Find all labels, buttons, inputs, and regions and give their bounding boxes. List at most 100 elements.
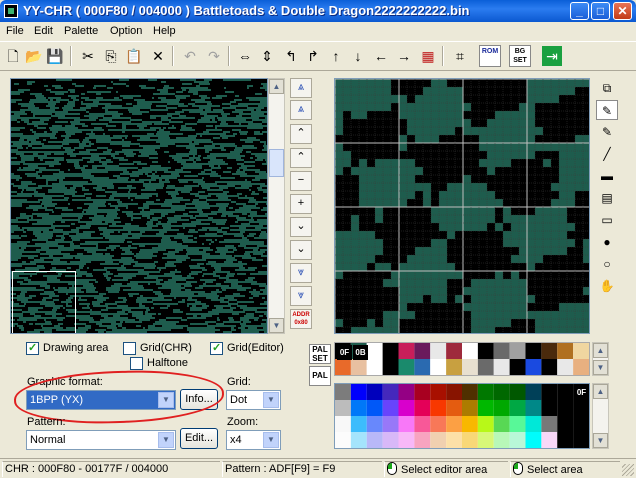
chevron-down-icon[interactable]: ▼ [158, 432, 174, 448]
full-palette-swatches[interactable] [335, 384, 589, 448]
pattern-select[interactable]: Normal ▼ [26, 430, 176, 450]
chr-selection-box[interactable] [12, 271, 76, 333]
editor-pixel [519, 95, 527, 103]
chr-pixel [79, 129, 86, 131]
shift-down-icon[interactable]: ↓ [348, 46, 368, 66]
filled-circle-tool-icon[interactable]: ● [596, 232, 618, 252]
filled-rect-tool-icon[interactable]: ▬ [596, 166, 618, 186]
select-tool-icon[interactable]: ⧉ [596, 78, 618, 98]
pattern-rect-tool-icon[interactable]: ▤ [596, 188, 618, 208]
page-up-icon[interactable]: ⩓ [290, 100, 312, 120]
close-button[interactable]: ✕ [613, 2, 632, 20]
maximize-button[interactable]: □ [591, 2, 610, 20]
shift-up-icon[interactable]: ↑ [326, 46, 346, 66]
page-down-fast-icon[interactable]: ⩔ [290, 286, 312, 306]
tile-editor[interactable] [334, 78, 590, 334]
pen-tool-icon[interactable]: ✎ [596, 100, 618, 120]
edit-button[interactable]: Edit... [180, 428, 218, 449]
editor-pixel [399, 159, 407, 167]
page-up-fast-icon[interactable]: ⩓ [290, 78, 312, 98]
shift-left-icon[interactable]: ← [371, 46, 391, 66]
scroll-up-icon[interactable]: ▲ [593, 384, 608, 399]
palette-tool-icon[interactable]: ▦ [418, 46, 438, 66]
grid-editor-checkbox[interactable] [210, 341, 223, 355]
chr-pixel [222, 163, 228, 165]
chevron-down-icon[interactable]: ▼ [263, 392, 279, 408]
chr-pixel [156, 193, 158, 195]
chevron-down-icon[interactable]: ▼ [263, 432, 279, 448]
menu-palette[interactable]: Palette [64, 25, 98, 37]
scroll-down-icon[interactable]: ▼ [269, 318, 284, 333]
grid-select[interactable]: Dot ▼ [226, 390, 281, 410]
rotate-right-icon[interactable]: ↱ [303, 46, 323, 66]
chr-pixel [240, 133, 247, 135]
bg-set-icon[interactable]: BG SET [509, 45, 531, 67]
row-up-icon[interactable]: ⌃ [290, 148, 312, 168]
chr-scrollbar[interactable]: ▲ ▼ [268, 78, 285, 334]
menu-edit[interactable]: Edit [34, 25, 53, 37]
circle-tool-icon[interactable]: ○ [596, 254, 618, 274]
exit-icon[interactable]: ⇥ [542, 46, 562, 66]
menu-file[interactable]: File [6, 25, 24, 37]
resize-grip[interactable] [622, 464, 634, 476]
rotate-left-icon[interactable]: ↰ [281, 46, 301, 66]
row-down-fast-icon[interactable]: ⌄ [290, 240, 312, 260]
chr-pixel [108, 165, 119, 167]
halftone-checkbox[interactable] [130, 357, 143, 370]
row-up-fast-icon[interactable]: ⌃ [290, 124, 312, 144]
undo-icon[interactable]: ↶ [180, 46, 200, 66]
chr-pixel [31, 111, 33, 113]
editor-pixel [471, 287, 479, 295]
chr-tile-view[interactable] [10, 78, 268, 334]
drawing-area-checkbox[interactable] [26, 341, 39, 355]
new-file-icon[interactable]: 🗋 [3, 46, 23, 66]
rom-tool-icon[interactable]: ROM [479, 45, 501, 67]
redo-icon[interactable]: ↷ [204, 46, 224, 66]
cut-icon[interactable]: ✂ [78, 46, 98, 66]
full-palette[interactable]: 0F [334, 383, 590, 449]
fill-tool-icon[interactable]: ✋ [596, 276, 618, 296]
scroll-up-icon[interactable]: ▲ [269, 79, 284, 94]
scroll-up-icon[interactable]: ▲ [593, 343, 608, 358]
editor-pixel [431, 167, 439, 175]
line-tool-icon[interactable]: ╱ [596, 144, 618, 164]
delete-icon[interactable]: ✕ [148, 46, 168, 66]
plus-icon[interactable]: + [290, 194, 312, 214]
chr-pixel [226, 333, 228, 334]
save-disk-icon[interactable]: 💾 [45, 46, 65, 66]
paste-icon[interactable]: 📋 [124, 46, 144, 66]
chr-pixel [100, 313, 102, 315]
zoom-select[interactable]: x4 ▼ [226, 430, 281, 450]
scroll-down-icon[interactable]: ▼ [593, 433, 608, 448]
full-palette-scrollbar[interactable]: ▲ ▼ [592, 383, 609, 449]
copy-icon[interactable]: ⎘ [101, 46, 121, 66]
palette-set[interactable]: 0F 0B [334, 342, 590, 376]
pattern-tool-icon[interactable]: ⌗ [450, 46, 470, 66]
scroll-thumb[interactable] [269, 149, 284, 177]
chr-pixel [57, 217, 62, 219]
minus-icon[interactable]: − [290, 171, 312, 191]
grid-chr-checkbox[interactable] [123, 342, 136, 355]
palette-set-scrollbar[interactable]: ▲ ▼ [592, 342, 609, 376]
chr-pixel [60, 127, 71, 129]
rect-tool-icon[interactable]: ▭ [596, 210, 618, 230]
shift-right-icon[interactable]: → [394, 46, 414, 66]
palette-set-swatches[interactable] [335, 343, 589, 375]
open-folder-icon[interactable]: 📂 [24, 46, 44, 66]
minimize-button[interactable]: _ [570, 2, 589, 20]
page-down-icon[interactable]: ⩔ [290, 263, 312, 283]
scroll-down-icon[interactable]: ▼ [593, 360, 608, 375]
pal-button[interactable]: PAL [309, 366, 331, 386]
row-down-icon[interactable]: ⌄ [290, 217, 312, 237]
chr-pixel [255, 123, 262, 125]
app-icon[interactable] [4, 4, 18, 18]
pencil-tool-icon[interactable]: ✎ [596, 122, 618, 142]
menu-option[interactable]: Option [110, 25, 142, 37]
address-button[interactable]: ADDR 0x80 [290, 309, 312, 329]
editor-pixel [575, 247, 583, 255]
flip-vertical-icon[interactable]: ⇕ [257, 46, 277, 66]
chr-pixel [75, 167, 85, 169]
menu-help[interactable]: Help [153, 25, 176, 37]
pal-set-button[interactable]: PAL SET [309, 344, 331, 364]
flip-horizontal-icon[interactable]: ⇔ [235, 46, 255, 66]
